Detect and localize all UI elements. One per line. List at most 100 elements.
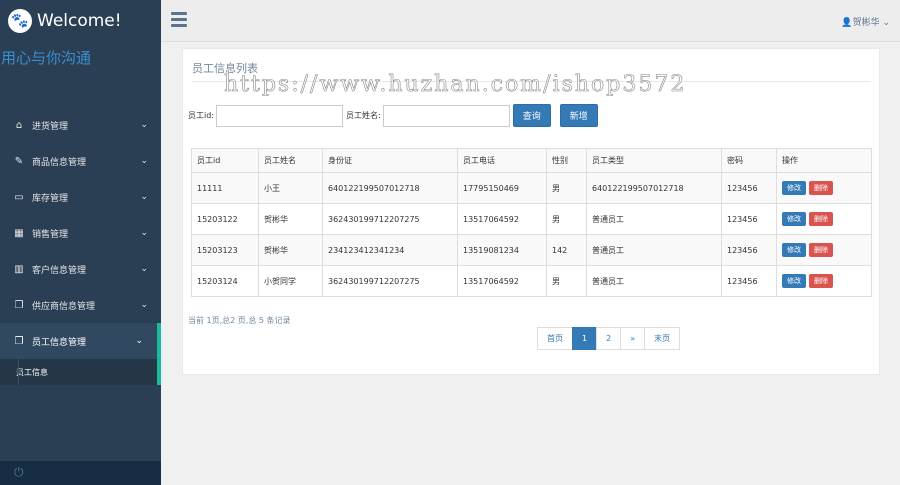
cell-gender: 男	[546, 265, 587, 297]
delete-button[interactable]: 删除	[809, 274, 833, 288]
cell-actions: 修改 删除	[776, 172, 872, 204]
query-button[interactable]: 查询	[512, 104, 551, 127]
cell-id-card: 362430199712207275	[322, 265, 458, 297]
search-bar: 员工id: 员工姓名: 查询 新增	[188, 104, 598, 127]
table-row: 15203123 贺彬华 234123412341234 13519081234…	[191, 234, 872, 266]
cell-phone: 13519081234	[457, 234, 547, 266]
paw-icon: 🐾	[8, 9, 32, 33]
add-button[interactable]: 新增	[559, 104, 598, 127]
brand[interactable]: 🐾 Welcome!	[0, 0, 161, 42]
sidebar-item-label: 供应商信息管理	[32, 301, 96, 312]
cell-id: 11111	[191, 172, 259, 204]
column-header: 员工类型	[586, 148, 722, 173]
cell-type: 640122199507012718	[586, 172, 722, 204]
sidebar-item-employees[interactable]: ❐ 员工信息管理 ⌄	[0, 323, 161, 359]
sidebar-item-label: 库存管理	[32, 193, 69, 204]
table-row: 15203122 贺彬华 362430199712207275 13517064…	[191, 203, 872, 235]
column-header: 密码	[721, 148, 777, 173]
slogan: 用心与你沟通	[1, 49, 92, 67]
user-icon: 👤	[841, 18, 853, 28]
sidebar-subitem-employee-info[interactable]: 员工信息	[0, 359, 161, 385]
table-row: 15203124 小贺同学 362430199712207275 1351706…	[191, 265, 872, 297]
sidebar-item-label: 销售管理	[32, 229, 69, 240]
menu-toggle-icon[interactable]	[171, 12, 187, 30]
divider	[192, 81, 871, 82]
pagination: 首页 1 2 » 末页	[537, 327, 681, 350]
user-name: 贺彬华	[852, 18, 880, 28]
cell-gender: 男	[546, 172, 587, 204]
cell-id-card: 234123412341234	[322, 234, 458, 266]
edit-button[interactable]: 修改	[782, 243, 806, 257]
bullet-icon	[16, 369, 21, 374]
table-icon: ▦	[14, 227, 24, 239]
employee-name-input[interactable]	[382, 104, 510, 127]
sidebar-item-customers[interactable]: ▥ 客户信息管理 ⌄	[0, 251, 161, 287]
cell-type: 普通员工	[586, 203, 722, 235]
employee-table: 员工id 员工姓名 身份证 员工电话 性别 员工类型 密码 操作 11111 小…	[191, 148, 872, 297]
chevron-down-icon: ⌄	[140, 156, 148, 166]
cell-id: 15203122	[191, 203, 259, 235]
column-header: 员工姓名	[258, 148, 323, 173]
cell-actions: 修改 删除	[776, 265, 872, 297]
chevron-down-icon: ⌄	[140, 192, 148, 202]
cell-gender: 男	[546, 203, 587, 235]
cell-password: 123456	[721, 203, 777, 235]
cell-id-card: 362430199712207275	[322, 203, 458, 235]
next-page-button[interactable]: »	[620, 327, 646, 350]
cell-gender: 142	[546, 234, 587, 266]
table-row: 11111 小王 640122199507012718 17795150469 …	[191, 172, 872, 204]
employee-id-input[interactable]	[216, 104, 343, 127]
topbar: 👤贺彬华 ⌄	[161, 0, 900, 42]
sidebar-item-inventory[interactable]: ▭ 库存管理 ⌄	[0, 179, 161, 215]
sidebar-footer: ⏻	[0, 461, 161, 485]
cell-phone: 13517064592	[457, 265, 547, 297]
desktop-icon: ▭	[14, 191, 24, 203]
chevron-down-icon: ⌄	[135, 336, 143, 346]
last-page-button[interactable]: 末页	[644, 327, 681, 350]
employee-id-label: 员工id:	[188, 111, 214, 120]
first-page-button[interactable]: 首页	[537, 327, 573, 350]
cell-name: 贺彬华	[258, 234, 323, 266]
delete-button[interactable]: 删除	[809, 181, 833, 195]
chevron-down-icon: ⌄	[140, 264, 148, 274]
sidebar-item-products[interactable]: ✎ 商品信息管理 ⌄	[0, 143, 161, 179]
column-header: 员工id	[191, 148, 259, 173]
delete-button[interactable]: 删除	[809, 212, 833, 226]
delete-button[interactable]: 删除	[809, 243, 833, 257]
bar-chart-icon: ▥	[14, 263, 24, 275]
cell-password: 123456	[721, 234, 777, 266]
cell-name: 小王	[258, 172, 323, 204]
chevron-down-icon: ⌄	[140, 300, 148, 310]
cell-phone: 13517064592	[457, 203, 547, 235]
edit-icon: ✎	[14, 155, 24, 167]
sidebar-item-suppliers[interactable]: ❐ 供应商信息管理 ⌄	[0, 287, 161, 323]
chevron-down-icon: ⌄	[879, 18, 890, 28]
page-2-button[interactable]: 2	[596, 327, 622, 350]
edit-button[interactable]: 修改	[782, 181, 806, 195]
sidebar-item-purchase[interactable]: ⌂ 进货管理 ⌄	[0, 107, 161, 143]
power-icon[interactable]: ⏻	[14, 465, 24, 480]
brand-name: Welcome!	[37, 11, 122, 31]
page-title: 员工信息列表	[192, 62, 258, 75]
sidebar-item-sales[interactable]: ▦ 销售管理 ⌄	[0, 215, 161, 251]
edit-button[interactable]: 修改	[782, 274, 806, 288]
cell-phone: 17795150469	[457, 172, 547, 204]
cell-id: 15203124	[191, 265, 259, 297]
cell-type: 普通员工	[586, 234, 722, 266]
chevron-down-icon: ⌄	[140, 228, 148, 238]
sidebar-item-label: 商品信息管理	[32, 157, 87, 168]
column-header: 操作	[776, 148, 872, 173]
cell-type: 普通员工	[586, 265, 722, 297]
column-header: 员工电话	[457, 148, 547, 173]
edit-button[interactable]: 修改	[782, 212, 806, 226]
user-menu[interactable]: 👤贺彬华 ⌄	[841, 15, 890, 28]
sidebar-item-label: 进货管理	[32, 121, 69, 132]
cell-id-card: 640122199507012718	[322, 172, 458, 204]
column-header: 身份证	[322, 148, 458, 173]
copy-icon: ❐	[14, 299, 24, 311]
cell-password: 123456	[721, 172, 777, 204]
cell-name: 贺彬华	[258, 203, 323, 235]
employee-name-label: 员工姓名:	[346, 111, 381, 120]
chevron-down-icon: ⌄	[140, 120, 148, 130]
page-1-button[interactable]: 1	[572, 327, 598, 350]
